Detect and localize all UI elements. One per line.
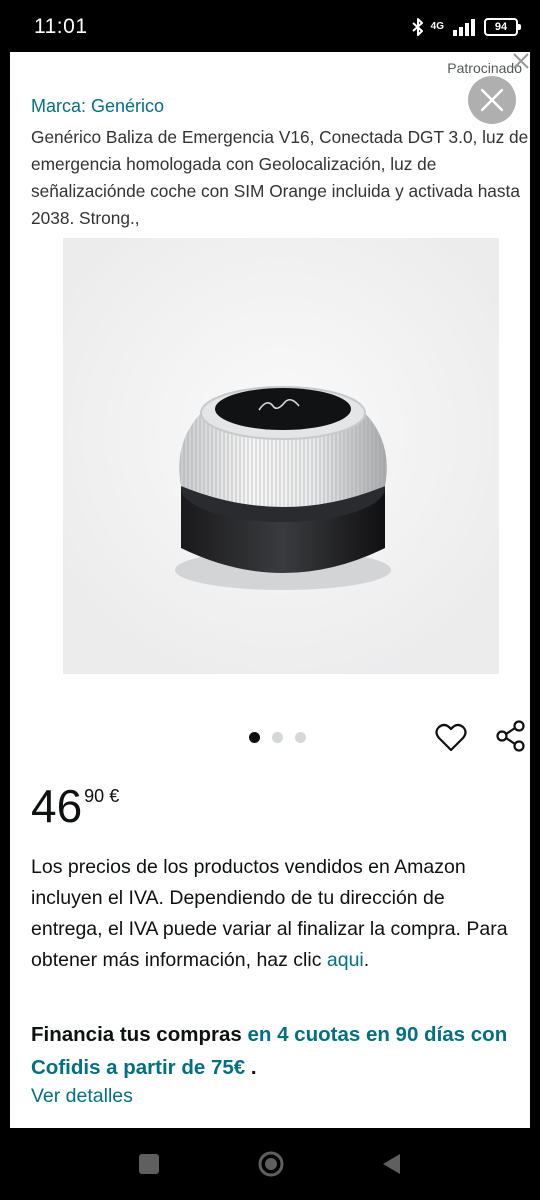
close-icon <box>480 88 504 112</box>
product-title[interactable]: Genérico Baliza de Emergencia V16, Conec… <box>31 124 530 232</box>
price: 46 90 € <box>31 780 119 832</box>
bluetooth-icon <box>411 18 423 36</box>
heart-icon[interactable] <box>434 721 468 755</box>
product-image[interactable] <box>63 238 499 674</box>
details-link[interactable]: Ver detalles <box>31 1085 133 1108</box>
iva-info-link[interactable]: aqui <box>327 949 364 971</box>
financing-suffix: . <box>245 1056 257 1079</box>
carousel-dot-1[interactable] <box>249 732 260 743</box>
sponsored-product-card[interactable]: Patrocinado Marca: Genérico Genérico Bal… <box>10 52 530 1128</box>
brand-link[interactable]: Marca: Genérico <box>31 96 164 117</box>
status-icons: 4G 94 <box>411 17 521 37</box>
iva-notice: Los precios de los productos vendidos en… <box>31 852 511 976</box>
image-carousel-indicator[interactable] <box>249 732 306 743</box>
financing-offer: Financia tus compras en 4 cuotas en 90 d… <box>31 1018 530 1084</box>
network-type: 4G <box>430 21 444 32</box>
iva-text: Los precios de los productos vendidos en… <box>31 856 508 971</box>
clock: 11:01 <box>34 15 88 38</box>
back-button[interactable] <box>380 1152 404 1176</box>
close-button[interactable] <box>468 76 516 124</box>
share-icon[interactable] <box>494 719 528 753</box>
financing-prefix: Financia tus compras <box>31 1023 248 1046</box>
navigation-bar <box>0 1128 540 1200</box>
recents-button[interactable] <box>137 1152 161 1176</box>
iva-end: . <box>363 949 370 971</box>
battery-icon: 94 <box>484 18 521 36</box>
close-ad-icon[interactable] <box>506 52 530 76</box>
price-whole: 46 <box>31 780 83 832</box>
beacon-image <box>63 238 499 674</box>
price-fraction: 90 € <box>84 786 120 806</box>
home-button[interactable] <box>257 1150 285 1178</box>
carousel-dot-3[interactable] <box>295 732 306 743</box>
carousel-dot-2[interactable] <box>272 732 283 743</box>
signal-icon <box>453 19 475 36</box>
status-bar: 11:01 4G 94 <box>0 0 540 54</box>
